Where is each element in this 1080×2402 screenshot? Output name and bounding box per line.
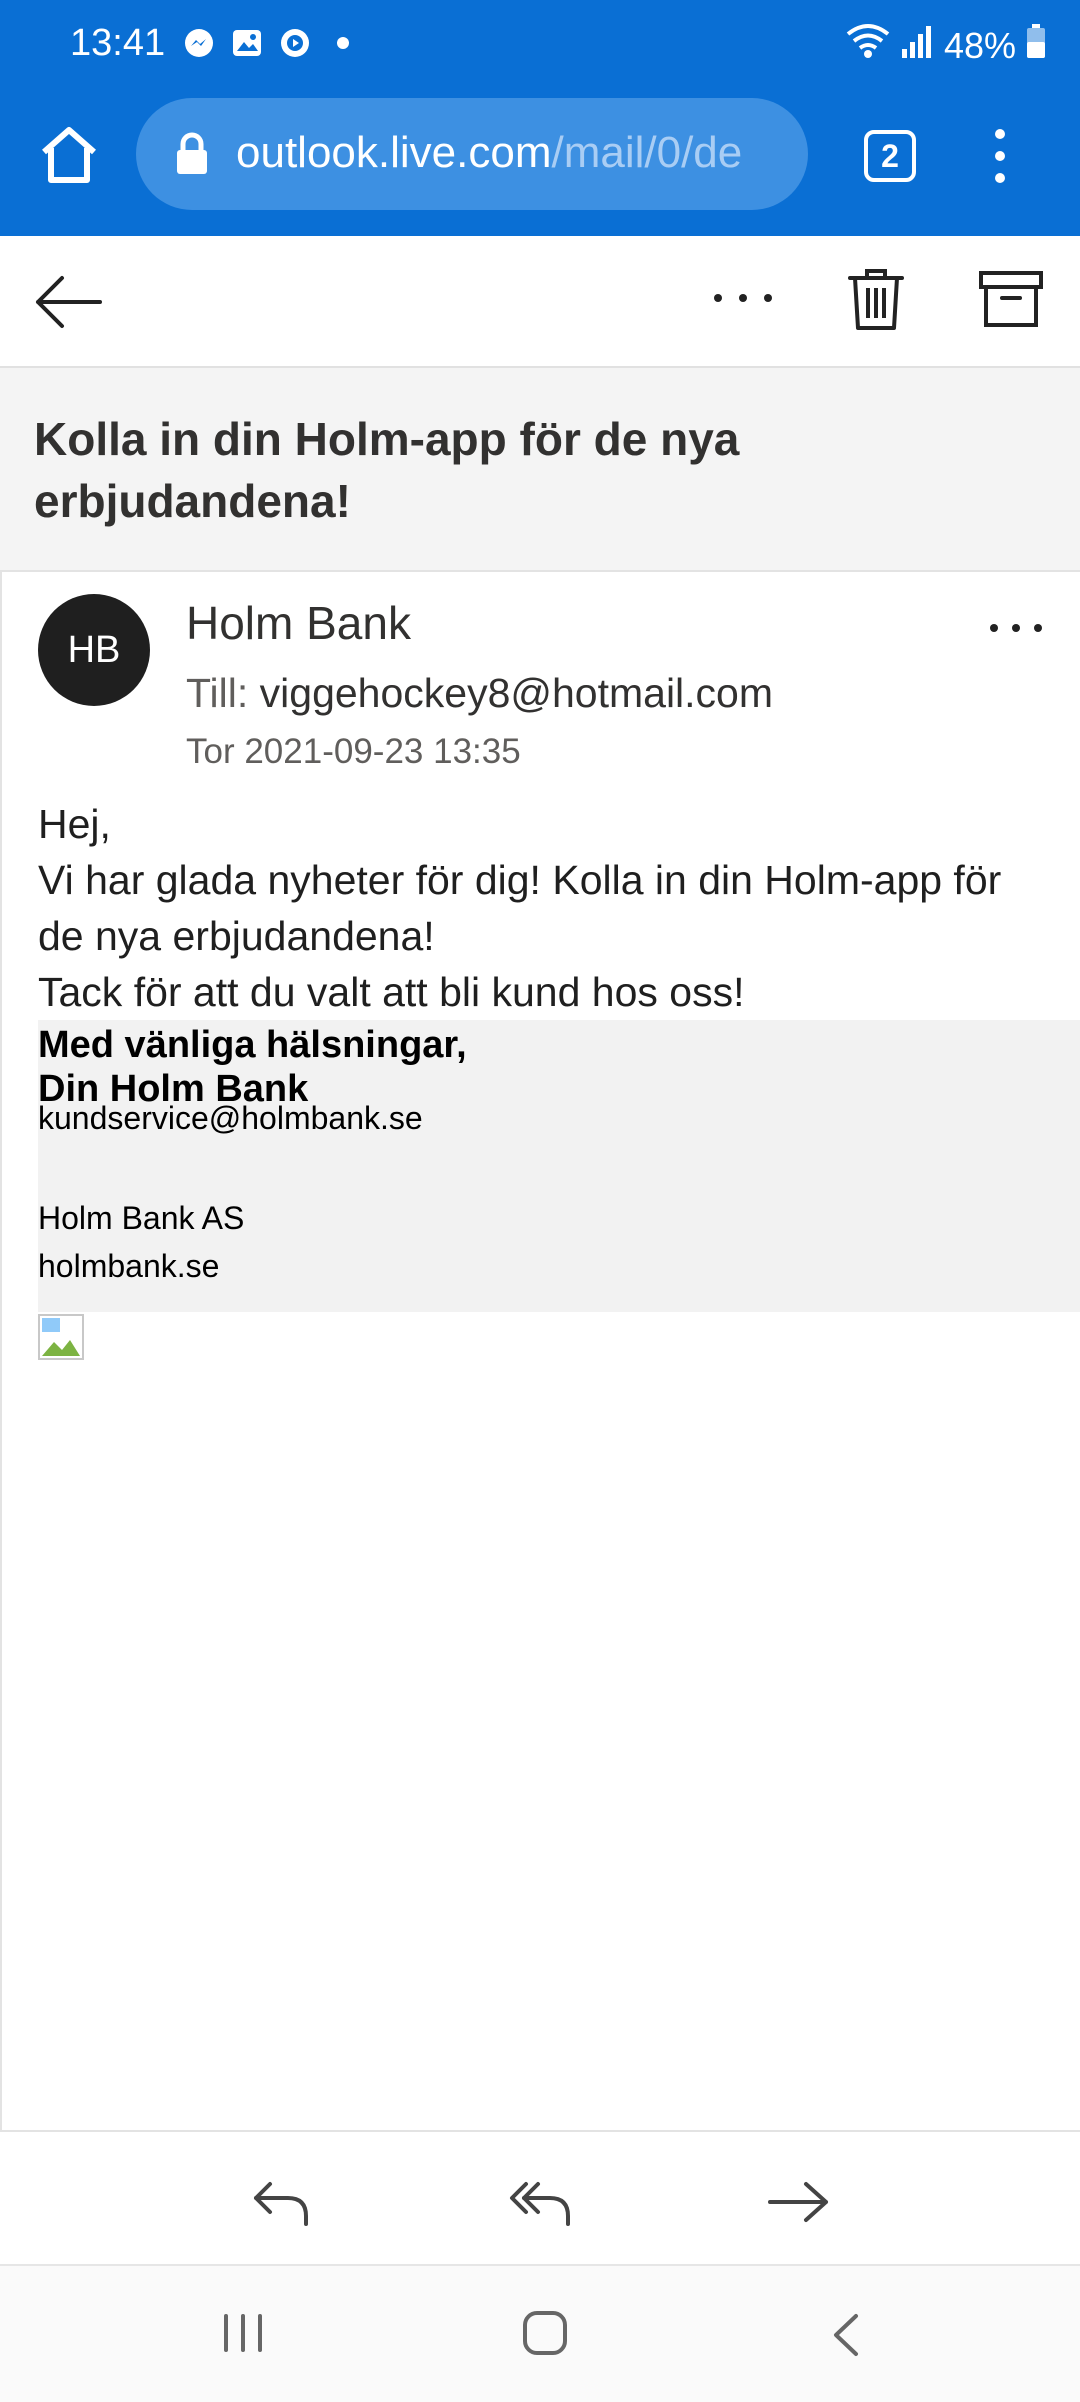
dot-icon — [326, 26, 360, 60]
body-paragraph: Tack för att du valt att bli kund hos os… — [38, 969, 745, 1015]
browser-menu-button[interactable] — [985, 124, 1015, 188]
media-icon — [278, 26, 312, 60]
reply-icon — [254, 2182, 308, 2226]
subject-header: Kolla in din Holm-app för de nya erbjuda… — [0, 368, 1080, 572]
trash-icon — [848, 269, 904, 330]
url-host: outlook.live.com — [236, 128, 552, 177]
to-label: Till: — [186, 670, 249, 716]
home-button[interactable] — [34, 120, 104, 190]
email-signature: Med vänliga hälsningar, Din Holm Bank ku… — [38, 1020, 1080, 1312]
url-field[interactable]: outlook.live.com/mail/0/de — [136, 98, 808, 210]
battery-icon — [1026, 23, 1046, 68]
signature-greeting: Med vänliga hälsningar, — [38, 1024, 467, 1066]
more-horizontal-icon — [990, 624, 1042, 632]
back-button[interactable] — [34, 274, 104, 330]
lock-icon — [174, 132, 210, 176]
url-text: outlook.live.com/mail/0/de — [236, 128, 796, 178]
signature-email[interactable]: kundservice@holmbank.se — [38, 1100, 423, 1137]
home-icon — [42, 127, 96, 183]
email-body: Hej, Vi har glada nyheter för dig! Kolla… — [38, 796, 1058, 1020]
sent-date: Tor 2021-09-23 13:35 — [186, 732, 521, 771]
signature-company: Holm Bank AS — [38, 1200, 245, 1236]
message-pane: HB Holm Bank Till: viggehockey8@hotmail.… — [0, 570, 1080, 2130]
gallery-icon — [230, 26, 264, 60]
chevron-left-icon — [834, 2314, 858, 2356]
signature-website[interactable]: holmbank.se — [38, 1248, 219, 1285]
reply-all-icon — [510, 2182, 570, 2226]
system-home-button[interactable] — [520, 2308, 570, 2358]
avatar[interactable]: HB — [38, 594, 150, 706]
avatar-initials: HB — [67, 628, 121, 671]
status-time: 13:41 — [70, 22, 166, 64]
messenger-icon — [182, 26, 216, 60]
tabs-button[interactable]: 2 — [864, 130, 916, 182]
sender-name[interactable]: Holm Bank — [186, 596, 411, 650]
recipient-line: Till: viggehockey8@hotmail.com — [186, 670, 773, 717]
url-path: /mail/0/de — [551, 128, 743, 177]
status-bar: 13:41 48% — [0, 0, 1080, 92]
wifi-icon — [846, 22, 890, 69]
forward-button[interactable] — [766, 2176, 830, 2228]
broken-image-icon — [38, 1314, 84, 1360]
recipient-address[interactable]: viggehockey8@hotmail.com — [260, 670, 773, 716]
body-paragraph: Hej, — [38, 801, 111, 847]
system-back-button[interactable] — [826, 2310, 866, 2360]
home-square-icon — [523, 2311, 567, 2355]
kebab-menu-icon — [995, 129, 1005, 183]
delete-button[interactable] — [846, 266, 906, 332]
mail-toolbar — [0, 236, 1080, 368]
system-nav-bar — [0, 2264, 1080, 2402]
more-actions-button[interactable] — [708, 278, 778, 318]
body-paragraph: Vi har glada nyheter för dig! Kolla in d… — [38, 857, 1002, 959]
reply-all-button[interactable] — [508, 2176, 572, 2228]
email-subject: Kolla in din Holm-app för de nya erbjuda… — [34, 413, 740, 527]
archive-button[interactable] — [978, 270, 1044, 328]
arrow-right-icon — [768, 2182, 828, 2222]
tab-count: 2 — [881, 137, 899, 174]
archive-icon — [979, 271, 1043, 327]
signal-icon — [900, 23, 934, 68]
arrow-left-icon — [36, 276, 102, 328]
browser-chrome: 13:41 48% outlook.live.com/mail/0/de 2 — [0, 0, 1080, 236]
message-more-button[interactable] — [986, 618, 1046, 638]
status-right: 48% — [846, 22, 1046, 69]
reply-button[interactable] — [250, 2176, 314, 2228]
recents-icon — [224, 2314, 262, 2352]
recent-apps-button[interactable] — [220, 2310, 266, 2356]
address-bar-row: outlook.live.com/mail/0/de 2 — [0, 96, 1080, 212]
battery-percent: 48% — [943, 24, 1016, 66]
reply-bar — [0, 2130, 1080, 2266]
notification-icons — [182, 26, 360, 60]
more-horizontal-icon — [714, 294, 772, 302]
